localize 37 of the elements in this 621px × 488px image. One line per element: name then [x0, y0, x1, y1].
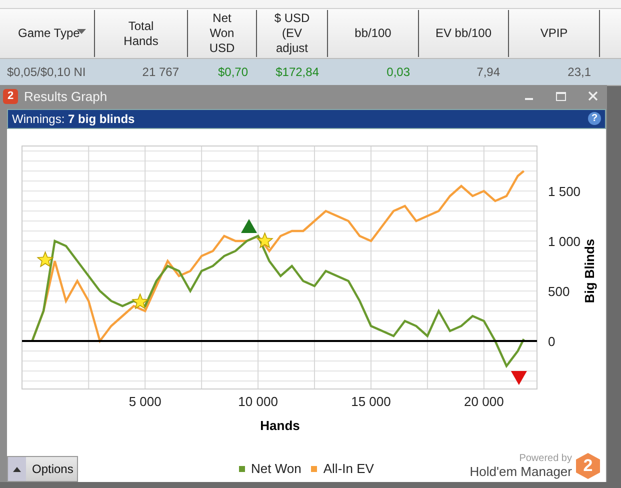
- y-tick-label: 0: [548, 334, 556, 349]
- column-header[interactable]: $ USD (EV adjust: [257, 10, 328, 57]
- legend-label: Net Won: [251, 461, 302, 476]
- column-header[interactable]: Total Hands: [95, 10, 188, 57]
- close-icon[interactable]: [588, 91, 598, 102]
- table-cell-text: 23,1: [566, 65, 592, 79]
- x-tick-label: 10 000: [238, 394, 278, 409]
- y-tick-label: 1 000: [548, 234, 581, 249]
- y-axis-title: Big Blinds: [582, 238, 597, 304]
- winnings-summary: Winnings: 7 big blinds: [12, 112, 136, 126]
- table-cell-text: 21 767: [141, 65, 180, 79]
- brand-name: Hold'em Manager: [470, 464, 572, 479]
- app-logo-icon: 2: [3, 88, 18, 104]
- table-cell-text: $172,84: [274, 65, 320, 79]
- column-header[interactable]: Game Type: [0, 10, 95, 57]
- y-tick-label: 500: [548, 284, 570, 299]
- x-axis-title: Hands: [260, 418, 300, 433]
- column-header[interactable]: Net Won USD: [188, 10, 257, 57]
- legend-label: All-In EV: [323, 461, 374, 476]
- maximize-icon[interactable]: [556, 92, 566, 101]
- options-button[interactable]: Options: [7, 456, 78, 482]
- powered-by-text: Powered by: [519, 453, 572, 464]
- column-header[interactable]: VPIP: [509, 10, 600, 57]
- y-tick-label: 1 500: [548, 184, 581, 199]
- x-tick-label: 20 000: [464, 394, 504, 409]
- brand-logo-icon: 2: [576, 453, 600, 479]
- table-cell-text: $0,05/$0,10 NI: [6, 65, 87, 79]
- table-cell-text: 7,94: [476, 65, 501, 79]
- column-header[interactable]: bb/100: [328, 10, 419, 57]
- table-row[interactable]: $0,05/$0,10 NI 21 767 $0,70 $172,84 0,03 7,94 23,1: [0, 59, 621, 86]
- x-tick-label: 5 000: [128, 394, 162, 409]
- x-tick-label: 15 000: [351, 394, 391, 409]
- table-cell-text: $0,70: [216, 65, 249, 79]
- table-cell-text: 0,03: [386, 65, 411, 79]
- up-caret-icon: [13, 466, 21, 472]
- window-title: Results Graph: [24, 88, 108, 104]
- column-header[interactable]: EV bb/100: [419, 10, 509, 57]
